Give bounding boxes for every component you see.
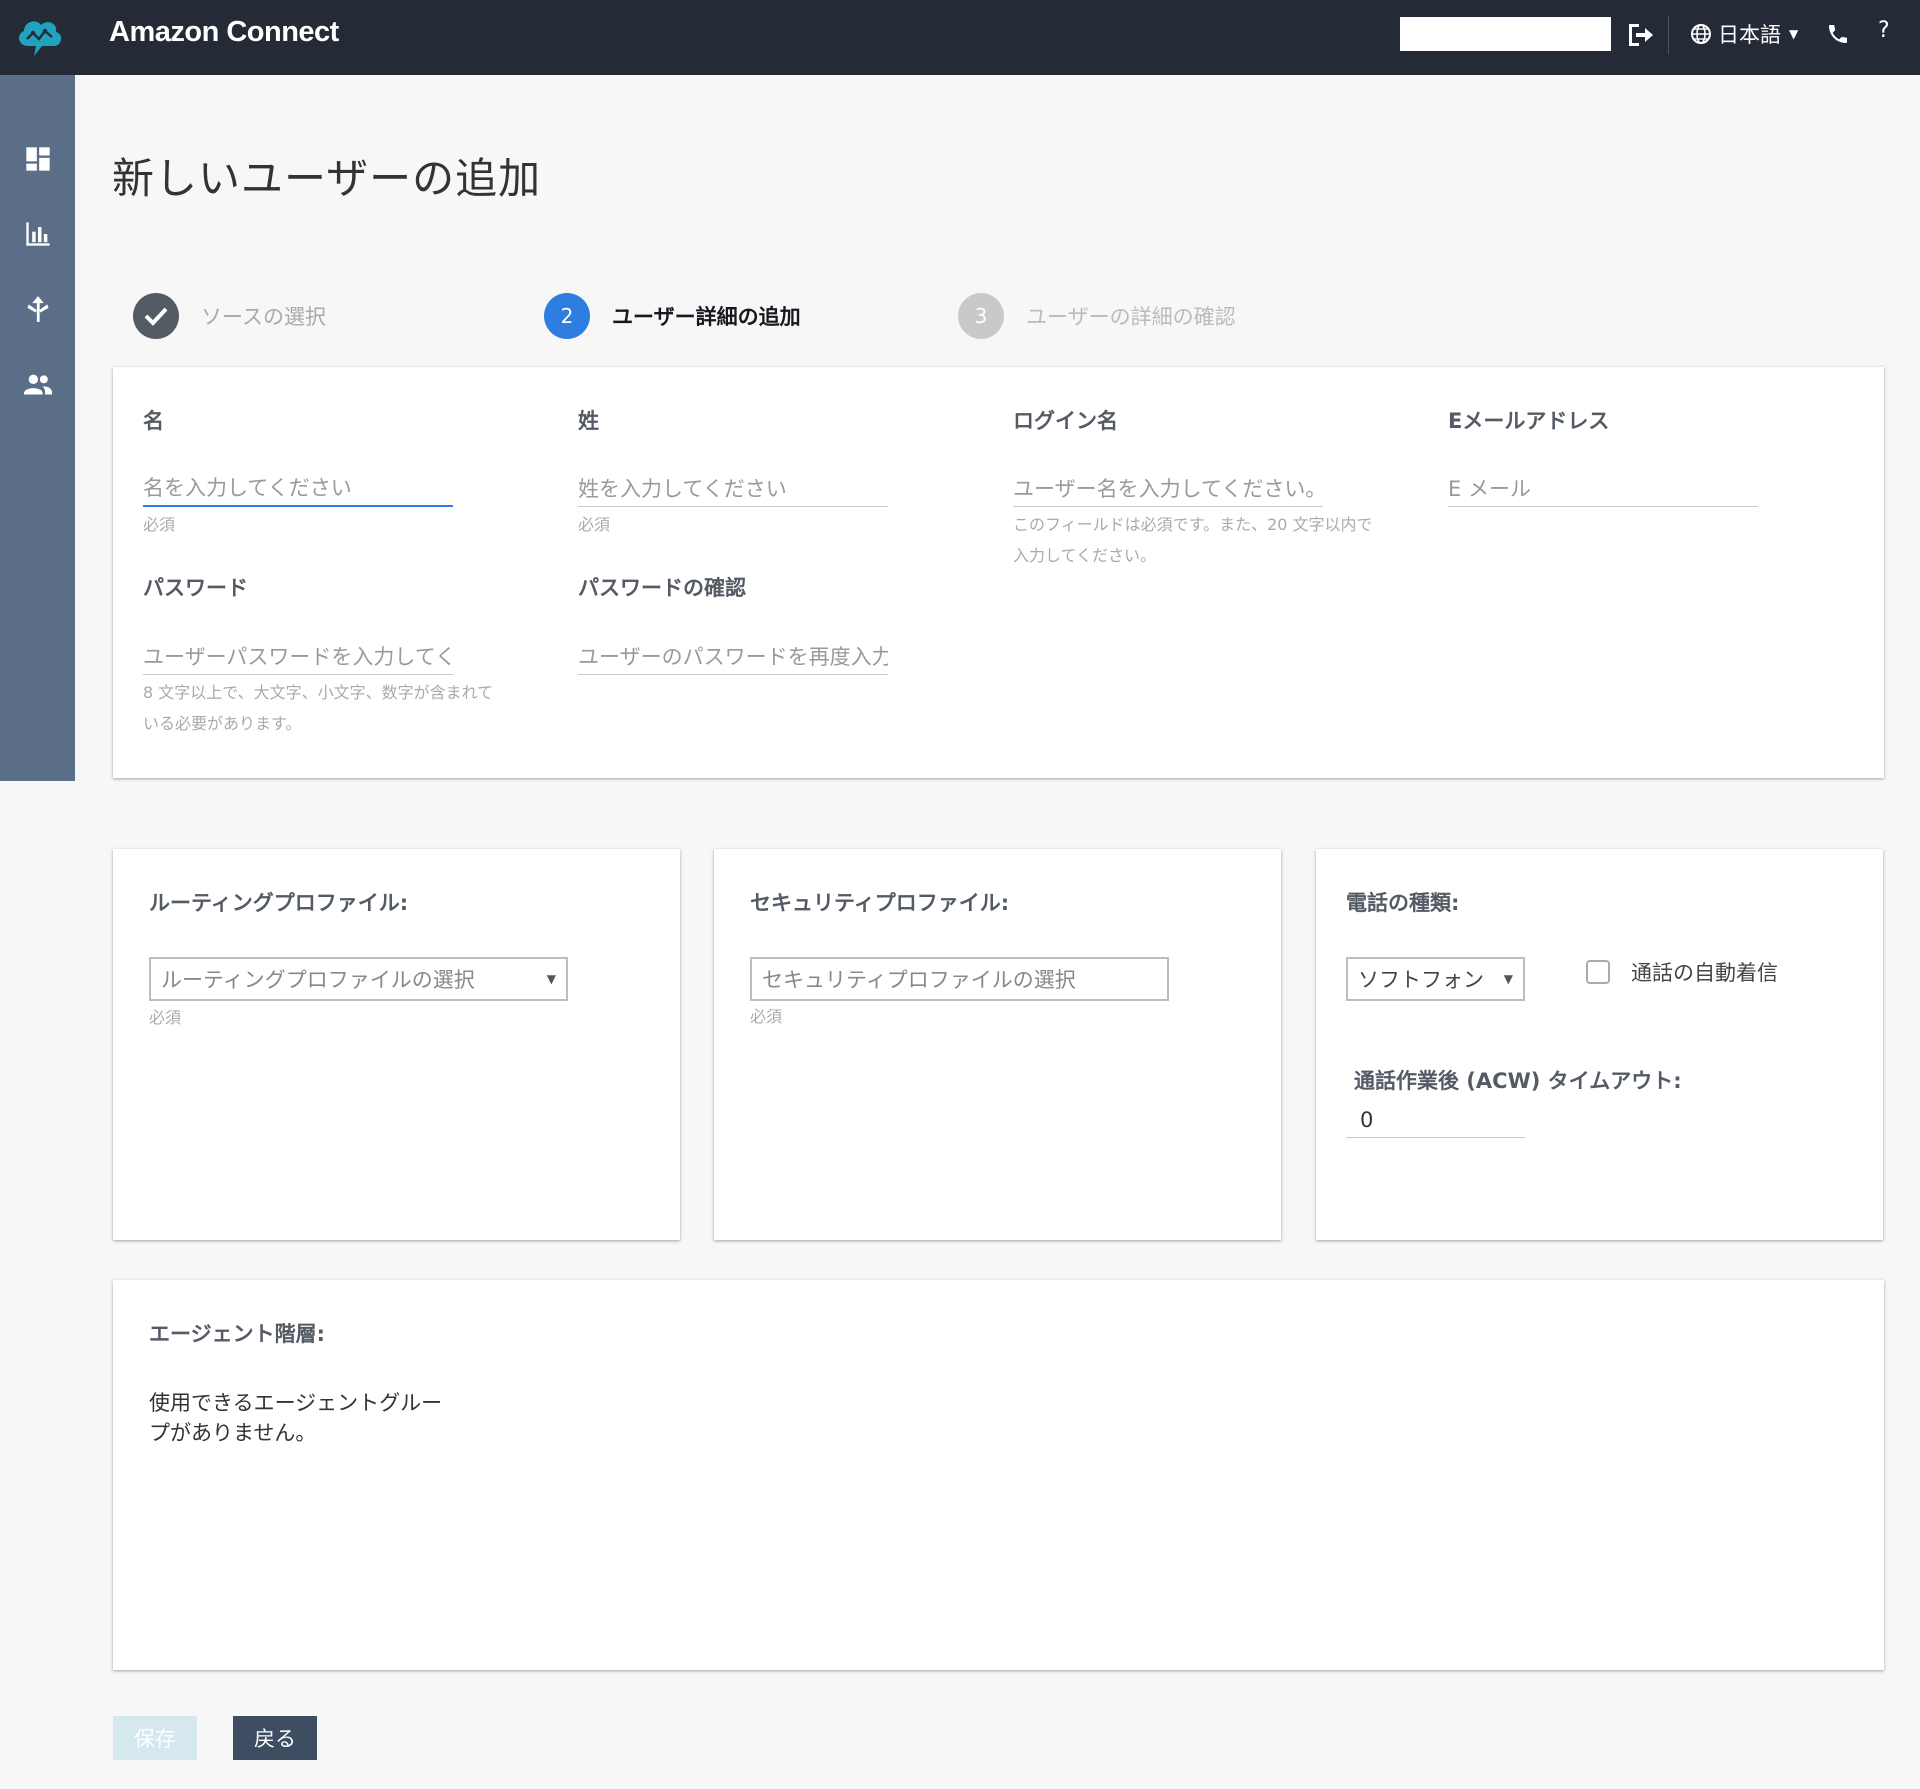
security-profile-value: セキュリティプロファイルの選択 [762, 968, 1076, 992]
login-name-input[interactable] [1013, 471, 1323, 507]
first-name-label: 名 [143, 409, 164, 433]
step-select-source: ソースの選択 [133, 293, 326, 339]
last-name-input[interactable] [578, 471, 888, 507]
password-confirm-label: パスワードの確認 [578, 576, 746, 600]
first-name-hint: 必須 [143, 515, 176, 534]
chevron-down-icon: ▼ [1789, 27, 1799, 41]
login-name-hint-2: 入力してください。 [1013, 546, 1157, 565]
language-label: 日本語 [1718, 23, 1781, 47]
empty-message-line: プがありません。 [149, 1421, 317, 1445]
user-details-card: 名 必須 姓 必須 ログイン名 このフィールドは必須です。また、20 文字以内で… [113, 367, 1884, 778]
metrics-icon [25, 222, 50, 246]
top-navigation-bar: Amazon Connect 日本語 ▼ ? [0, 0, 1920, 75]
app-title: Amazon Connect [109, 16, 339, 48]
users-icon [23, 374, 52, 395]
acw-timeout-input[interactable] [1346, 1102, 1525, 1138]
security-profile-label: セキュリティプロファイル: [750, 891, 1010, 915]
routing-profile-value: ルーティングプロファイルの選択 [161, 968, 475, 992]
auto-accept-checkbox[interactable] [1586, 960, 1610, 984]
password-hint-2: いる必要があります。 [143, 714, 302, 733]
first-name-input[interactable] [143, 471, 453, 507]
routing-profile-hint: 必須 [149, 1008, 182, 1027]
phone-type-select[interactable]: ソフトフォン ▼ [1346, 957, 1525, 1001]
password-confirm-input[interactable] [578, 639, 888, 675]
help-button[interactable]: ? [1878, 18, 1890, 43]
password-label: パスワード [143, 576, 248, 600]
login-name-hint: このフィールドは必須です。また、20 文字以内で [1013, 515, 1373, 534]
routing-profile-select[interactable]: ルーティングプロファイルの選択 ▼ [149, 957, 568, 1001]
phone-icon[interactable] [1826, 22, 1850, 46]
dropdown-arrow-icon: ▼ [546, 972, 556, 986]
back-button[interactable]: 戻る [233, 1716, 317, 1760]
step-number: 3 [958, 293, 1004, 339]
save-button[interactable]: 保存 [113, 1716, 197, 1760]
language-selector[interactable]: 日本語 ▼ [1690, 20, 1798, 48]
routing-profile-label: ルーティングプロファイル: [149, 891, 409, 915]
step-label: ソースの選択 [201, 305, 326, 329]
step-complete-check-icon [133, 293, 179, 339]
security-profile-select[interactable]: セキュリティプロファイルの選択 [750, 957, 1169, 1001]
routing-profile-card: ルーティングプロファイル: ルーティングプロファイルの選択 ▼ 必須 [113, 849, 680, 1240]
login-name-label: ログイン名 [1013, 409, 1118, 433]
security-profile-hint: 必須 [750, 1007, 783, 1026]
step-review-user-details: 3 ユーザーの詳細の確認 [958, 293, 1236, 339]
step-number: 2 [544, 293, 590, 339]
acw-timeout-label: 通話作業後 (ACW) タイムアウト: [1354, 1069, 1682, 1093]
logout-icon[interactable] [1626, 22, 1654, 48]
empty-message-line: 使用できるエージェントグルー [149, 1391, 443, 1415]
last-name-hint: 必須 [578, 515, 611, 534]
email-label: Eメールアドレス [1448, 409, 1610, 433]
routing-icon [27, 296, 48, 322]
agent-hierarchy-empty-message: 使用できるエージェントグルー プがありません。 [149, 1388, 442, 1448]
dashboard-icon [25, 147, 50, 171]
security-profile-card: セキュリティプロファイル: セキュリティプロファイルの選択 必須 [714, 849, 1281, 1240]
dropdown-arrow-icon: ▼ [1503, 972, 1513, 986]
phone-type-label: 電話の種類: [1346, 891, 1460, 915]
search-input[interactable] [1400, 17, 1611, 51]
phone-type-value: ソフトフォン [1358, 968, 1484, 992]
last-name-label: 姓 [578, 409, 599, 433]
sidebar-item-dashboard[interactable] [0, 129, 75, 189]
sidebar-item-metrics[interactable] [0, 204, 75, 264]
sidebar-item-routing[interactable] [0, 279, 75, 339]
amazon-connect-logo-icon[interactable] [14, 12, 66, 60]
agent-hierarchy-card: エージェント階層: 使用できるエージェントグルー プがありません。 [113, 1280, 1884, 1670]
header-divider [1668, 16, 1669, 54]
password-input[interactable] [143, 639, 453, 675]
step-label: ユーザーの詳細の確認 [1026, 305, 1236, 329]
phone-type-card: 電話の種類: ソフトフォン ▼ 通話の自動着信 通話作業後 (ACW) タイムア… [1316, 849, 1883, 1240]
sidebar-item-users[interactable] [0, 354, 75, 414]
step-add-user-details: 2 ユーザー詳細の追加 [544, 293, 801, 339]
page-title: 新しいユーザーの追加 [112, 154, 542, 203]
step-label: ユーザー詳細の追加 [612, 305, 801, 329]
email-input[interactable] [1448, 471, 1758, 507]
auto-accept-label: 通話の自動着信 [1631, 961, 1778, 985]
password-hint: 8 文字以上で、大文字、小文字、数字が含まれて [143, 683, 494, 702]
globe-icon [1691, 24, 1711, 44]
sidebar [0, 75, 75, 781]
agent-hierarchy-label: エージェント階層: [149, 1322, 325, 1346]
